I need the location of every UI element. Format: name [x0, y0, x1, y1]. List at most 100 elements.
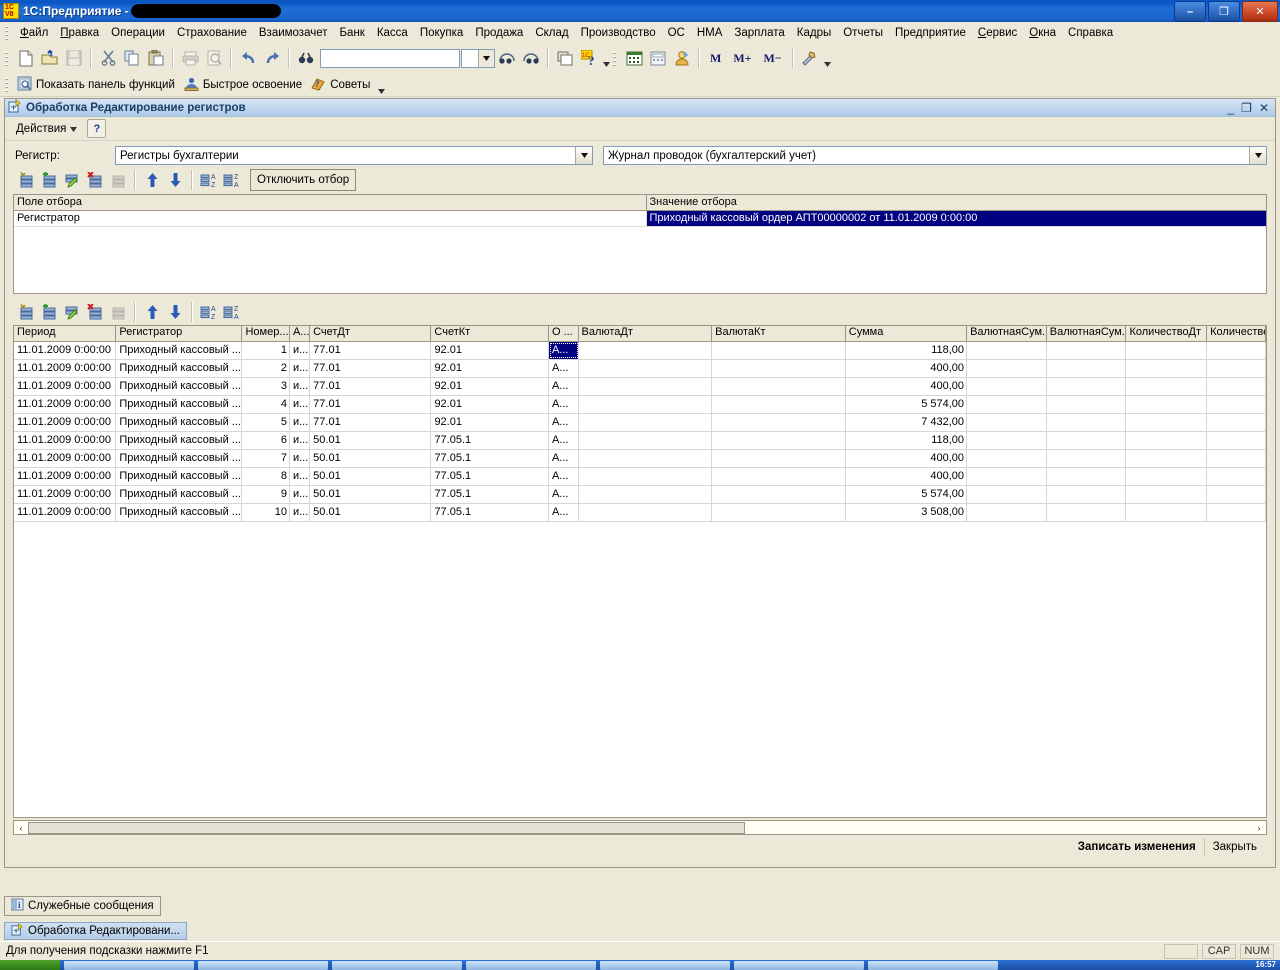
table-cell-period[interactable]: 11.01.2009 0:00:00: [14, 342, 117, 359]
help-dropdown-arrow-icon[interactable]: [601, 45, 612, 71]
table-cell-number[interactable]: 8: [242, 468, 290, 485]
register-name-combo[interactable]: Журнал проводок (бухгалтерский учет): [603, 146, 1267, 165]
table-cell-number[interactable]: 1: [242, 342, 290, 359]
toolbar-gripper-2[interactable]: [612, 50, 619, 66]
data-grid-column-header[interactable]: Сумма: [846, 326, 968, 341]
filter-row-value[interactable]: Приходный кассовый ордер АПТ00000002 от …: [646, 211, 1266, 226]
filter-delete-row-icon[interactable]: [84, 170, 106, 190]
table-cell-qty_kt[interactable]: [1207, 378, 1266, 395]
child-restore-button[interactable]: ❐: [1241, 101, 1252, 115]
data-grid-column-header[interactable]: Номер...: [242, 326, 290, 341]
table-cell-cur_dt[interactable]: [579, 468, 713, 485]
table-cell-number[interactable]: 6: [242, 432, 290, 449]
table-cell-o[interactable]: А...: [549, 396, 579, 413]
taskbar-item[interactable]: [868, 960, 998, 970]
menu-hr[interactable]: Кадры: [791, 25, 837, 41]
data-grid-column-header[interactable]: А...: [290, 326, 311, 341]
table-cell-qty_dt[interactable]: [1126, 360, 1208, 377]
table-row[interactable]: 11.01.2009 0:00:00 Приходный кассовый ...…: [14, 360, 1266, 378]
table-cell-period[interactable]: 11.01.2009 0:00:00: [14, 414, 117, 431]
table-cell-cur_sum_kt[interactable]: [1047, 414, 1127, 431]
menu-bank[interactable]: Банк: [334, 25, 371, 41]
data-grid-column-header[interactable]: СчетКт: [431, 326, 549, 341]
table-cell-cur_sum_kt[interactable]: [1047, 378, 1127, 395]
table-cell-cur_kt[interactable]: [712, 432, 846, 449]
data-delete-row-icon[interactable]: [84, 302, 106, 322]
table-cell-sum[interactable]: 7 432,00: [846, 414, 968, 431]
menu-cash[interactable]: Касса: [371, 25, 414, 41]
table-cell-registrar[interactable]: Приходный кассовый ...: [116, 432, 243, 449]
menu-enterprise[interactable]: Предприятие: [889, 25, 972, 41]
table-cell-number[interactable]: 7: [242, 450, 290, 467]
table-cell-number[interactable]: 9: [242, 486, 290, 503]
menu-reports[interactable]: Отчеты: [837, 25, 889, 41]
table-cell-o[interactable]: А...: [549, 414, 579, 431]
menu-windows[interactable]: Окна: [1023, 25, 1062, 41]
menu-purchase[interactable]: Покупка: [414, 25, 469, 41]
menu-production[interactable]: Производство: [575, 25, 662, 41]
scroll-left-icon[interactable]: ‹: [14, 821, 28, 834]
table-cell-debit[interactable]: 77.01: [310, 360, 432, 377]
table-cell-cur_kt[interactable]: [712, 360, 846, 377]
help-button[interactable]: ?: [87, 119, 107, 138]
chevron-down-icon[interactable]: [575, 147, 592, 164]
table-cell-sum[interactable]: 118,00: [846, 342, 968, 359]
minimize-button[interactable]: –: [1174, 1, 1206, 22]
redo-icon[interactable]: [260, 47, 284, 70]
close-button[interactable]: ✕: [1242, 1, 1278, 22]
table-cell-cur_dt[interactable]: [579, 342, 713, 359]
table-cell-qty_dt[interactable]: [1126, 486, 1208, 503]
tools-icon[interactable]: [798, 47, 822, 70]
table-cell-qty_kt[interactable]: [1207, 396, 1266, 413]
start-button[interactable]: [0, 960, 60, 970]
open-folder-icon[interactable]: [38, 47, 62, 70]
table-cell-number[interactable]: 3: [242, 378, 290, 395]
table-cell-cur_sum_kt[interactable]: [1047, 468, 1127, 485]
menu-edit[interactable]: Правка: [54, 25, 105, 41]
filter-add-row-icon[interactable]: [15, 170, 37, 190]
menu-sale[interactable]: Продажа: [469, 25, 529, 41]
table-cell-a[interactable]: и...: [290, 504, 311, 521]
windows-icon[interactable]: [553, 47, 577, 70]
table-row[interactable]: 11.01.2009 0:00:00 Приходный кассовый ...…: [14, 342, 1266, 360]
table-cell-cur_sum_dt[interactable]: [967, 396, 1047, 413]
table-cell-cur_sum_dt[interactable]: [967, 432, 1047, 449]
table-cell-qty_kt[interactable]: [1207, 414, 1266, 431]
table-cell-cur_kt[interactable]: [712, 486, 846, 503]
table-row[interactable]: 11.01.2009 0:00:00 Приходный кассовый ...…: [14, 486, 1266, 504]
memory-add-button[interactable]: M+: [727, 51, 757, 66]
data-grid-column-header[interactable]: Регистратор: [116, 326, 243, 341]
table-cell-a[interactable]: и...: [290, 468, 311, 485]
actions-menu-button[interactable]: Действия: [11, 121, 82, 137]
table-cell-period[interactable]: 11.01.2009 0:00:00: [14, 486, 117, 503]
filter-sort-desc-icon[interactable]: ZA: [221, 170, 243, 190]
table-cell-cur_sum_kt[interactable]: [1047, 432, 1127, 449]
copy-icon[interactable]: [120, 47, 144, 70]
find-icon[interactable]: [294, 47, 318, 70]
service-messages-tab[interactable]: i Служебные сообщения: [4, 896, 161, 916]
functions-toolbar-gripper[interactable]: [4, 77, 11, 92]
menu-offset[interactable]: Взаимозачет: [253, 25, 334, 41]
table-cell-sum[interactable]: 400,00: [846, 450, 968, 467]
table-cell-debit[interactable]: 77.01: [310, 396, 432, 413]
table-cell-registrar[interactable]: Приходный кассовый ...: [116, 504, 243, 521]
table-cell-qty_kt[interactable]: [1207, 342, 1266, 359]
table-cell-qty_kt[interactable]: [1207, 504, 1266, 521]
filter-add-row-copy-icon[interactable]: [38, 170, 60, 190]
find-next-icon[interactable]: [495, 47, 519, 70]
table-cell-cur_sum_kt[interactable]: [1047, 504, 1127, 521]
cut-icon[interactable]: [96, 47, 120, 70]
menu-warehouse[interactable]: Склад: [529, 25, 574, 41]
menu-os[interactable]: ОС: [662, 25, 691, 41]
data-grid-column-header[interactable]: ВалютаДт: [579, 326, 713, 341]
taskbar-item[interactable]: [332, 960, 462, 970]
table-cell-sum[interactable]: 3 508,00: [846, 504, 968, 521]
table-cell-period[interactable]: 11.01.2009 0:00:00: [14, 450, 117, 467]
taskbar-item[interactable]: [64, 960, 194, 970]
data-grid-column-header[interactable]: ВалютаКт: [712, 326, 846, 341]
table-cell-registrar[interactable]: Приходный кассовый ...: [116, 378, 243, 395]
table-cell-cur_kt[interactable]: [712, 450, 846, 467]
taskbar-item[interactable]: [466, 960, 596, 970]
table-row[interactable]: 11.01.2009 0:00:00 Приходный кассовый ...…: [14, 468, 1266, 486]
table-cell-cur_kt[interactable]: [712, 414, 846, 431]
